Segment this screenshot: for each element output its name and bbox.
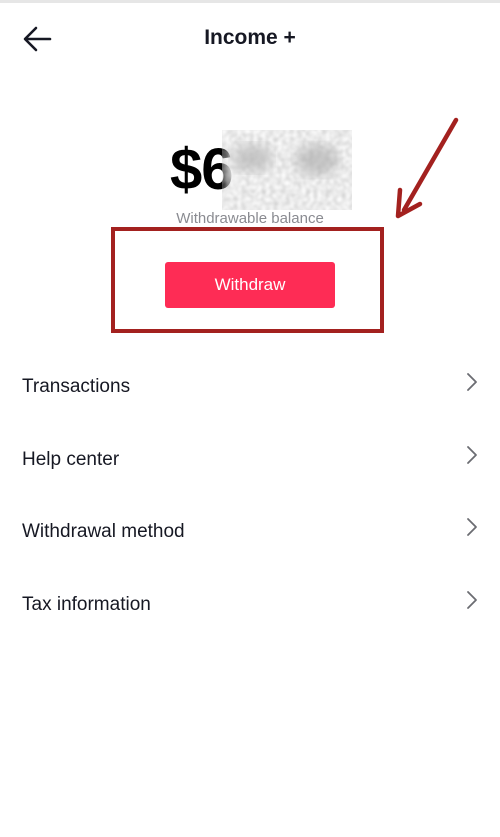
withdraw-button[interactable]: Withdraw xyxy=(165,262,335,308)
balance-label: Withdrawable balance xyxy=(176,210,324,227)
income-page: Income + $6 Withdrawable balance Withdra… xyxy=(0,0,500,837)
menu-item-help-center[interactable]: Help center xyxy=(0,425,500,498)
redaction-blur xyxy=(225,134,349,206)
chevron-right-icon xyxy=(467,590,477,609)
menu-item-withdrawal-method[interactable]: Withdrawal method xyxy=(0,497,500,570)
balance-area: $6 Withdrawable balance xyxy=(0,130,500,230)
menu-item-transactions[interactable]: Transactions xyxy=(0,352,500,425)
menu-list: Transactions Help center Withdrawal meth… xyxy=(0,352,500,642)
page-title: Income + xyxy=(204,26,296,49)
chevron-right-icon xyxy=(467,518,477,536)
header: Income + xyxy=(0,18,500,58)
menu-item-label: Tax information xyxy=(22,593,151,615)
balance-amount: $6 xyxy=(170,137,234,202)
chevron-right-icon xyxy=(467,373,477,391)
top-border xyxy=(0,0,500,3)
menu-item-tax-information[interactable]: Tax information xyxy=(0,570,500,643)
chevron-right-icon xyxy=(467,445,477,464)
menu-item-label: Withdrawal method xyxy=(22,521,185,542)
menu-item-label: Transactions xyxy=(22,376,131,397)
menu-item-label: Help center xyxy=(22,448,120,470)
